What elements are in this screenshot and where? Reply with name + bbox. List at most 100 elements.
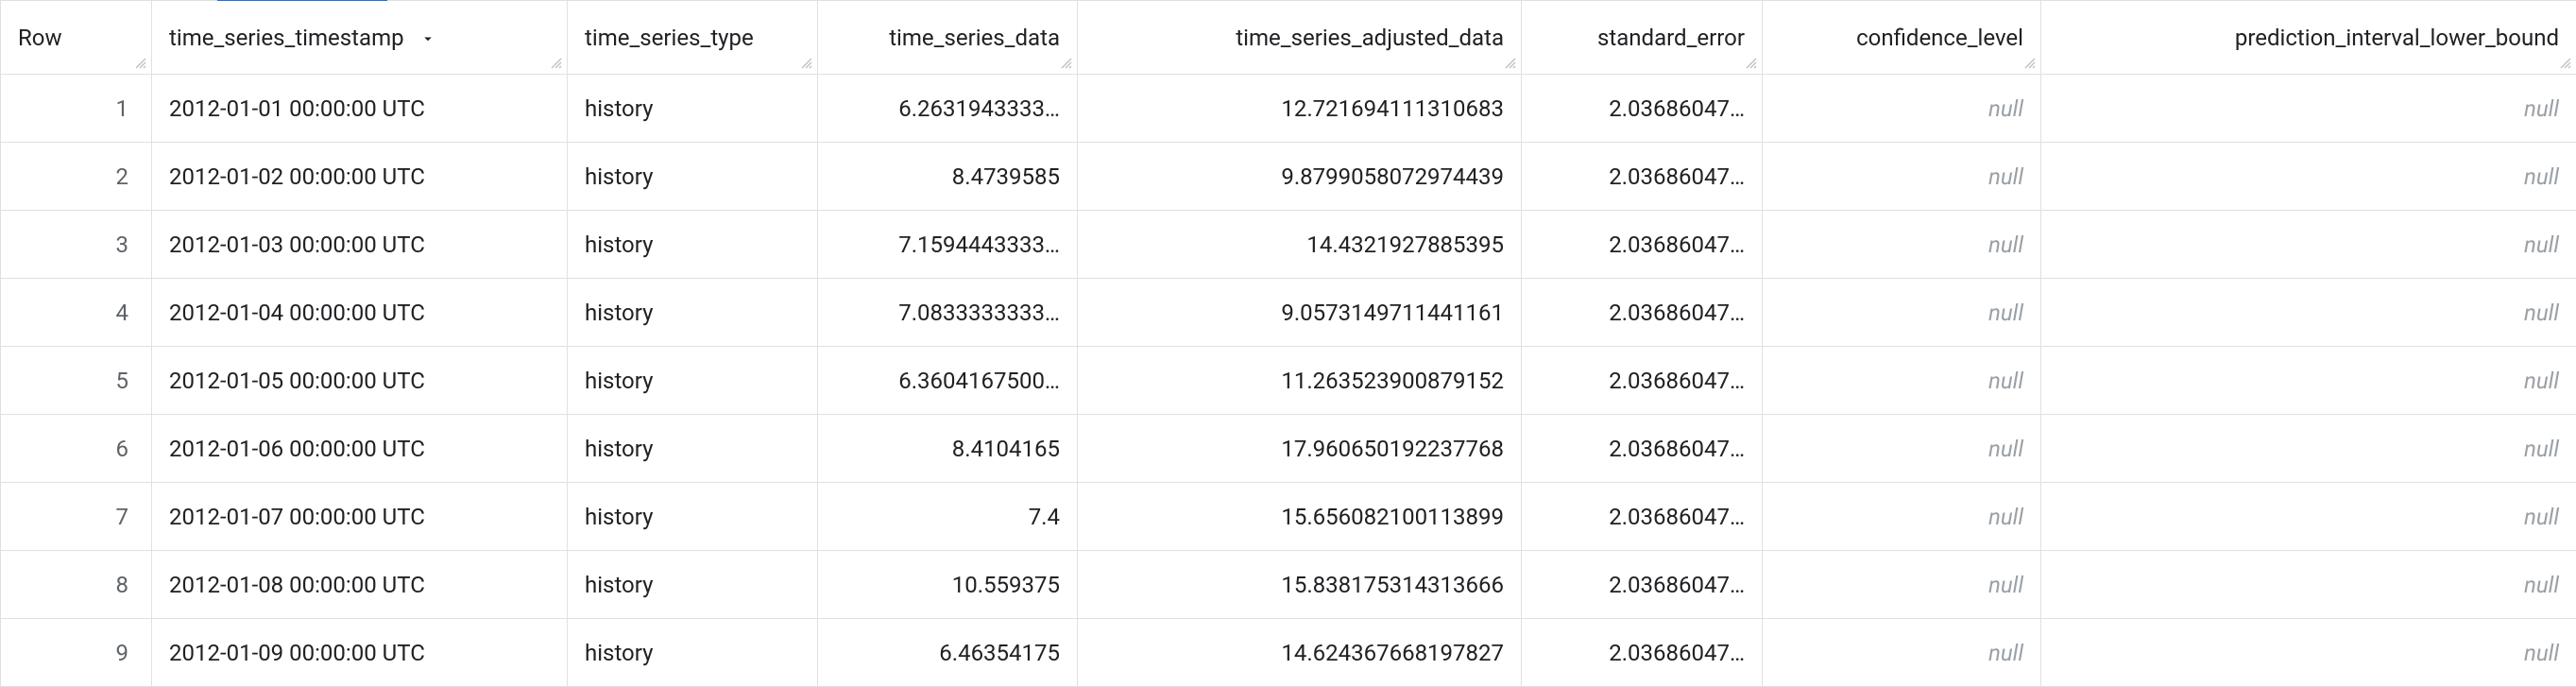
cell-confidence-level[interactable]: null: [1763, 551, 2041, 619]
table-row[interactable]: 62012-01-06 00:00:00 UTChistory8.4104165…: [1, 415, 2576, 483]
cell-adjusted-data[interactable]: 14.4321927885395: [1078, 211, 1522, 279]
cell-pilb[interactable]: null: [2041, 75, 2576, 143]
column-resize-handle[interactable]: [1745, 57, 1760, 72]
cell-pilb[interactable]: null: [2041, 347, 2576, 415]
column-header-confidence-level[interactable]: confidence_level: [1763, 1, 2041, 75]
cell-confidence-level[interactable]: null: [1763, 75, 2041, 143]
cell-confidence-level[interactable]: null: [1763, 279, 2041, 347]
cell-adjusted-data[interactable]: 9.8799058072974439: [1078, 143, 1522, 211]
cell-timestamp[interactable]: 2012-01-05 00:00:00 UTC: [152, 347, 568, 415]
cell-confidence-level[interactable]: null: [1763, 483, 2041, 551]
cell-pilb[interactable]: null: [2041, 143, 2576, 211]
cell-data[interactable]: 8.4104165: [818, 415, 1078, 483]
column-header-standard-error[interactable]: standard_error: [1522, 1, 1763, 75]
table-row[interactable]: 12012-01-01 00:00:00 UTChistory6.2631943…: [1, 75, 2576, 143]
cell-row-number[interactable]: 9: [1, 619, 152, 687]
cell-pilb[interactable]: null: [2041, 415, 2576, 483]
cell-type[interactable]: history: [568, 619, 818, 687]
cell-standard-error[interactable]: 2.03686047…: [1522, 551, 1763, 619]
cell-type[interactable]: history: [568, 551, 818, 619]
column-resize-handle[interactable]: [2559, 57, 2574, 72]
cell-adjusted-data[interactable]: 14.624367668197827: [1078, 619, 1522, 687]
cell-standard-error[interactable]: 2.03686047…: [1522, 143, 1763, 211]
cell-adjusted-data[interactable]: 12.721694111310683: [1078, 75, 1522, 143]
column-header-timestamp[interactable]: time_series_timestamp: [152, 1, 568, 75]
cell-data[interactable]: 7.1594443333…: [818, 211, 1078, 279]
cell-pilb[interactable]: null: [2041, 483, 2576, 551]
cell-data[interactable]: 7.0833333333…: [818, 279, 1078, 347]
column-resize-handle[interactable]: [1504, 57, 1519, 72]
cell-row-number[interactable]: 1: [1, 75, 152, 143]
cell-type[interactable]: history: [568, 279, 818, 347]
cell-type[interactable]: history: [568, 75, 818, 143]
column-resize-handle[interactable]: [550, 57, 565, 72]
cell-adjusted-data[interactable]: 15.656082100113899: [1078, 483, 1522, 551]
cell-data[interactable]: 6.3604167500…: [818, 347, 1078, 415]
cell-standard-error[interactable]: 2.03686047…: [1522, 279, 1763, 347]
cell-standard-error[interactable]: 2.03686047…: [1522, 347, 1763, 415]
table-row[interactable]: 82012-01-08 00:00:00 UTChistory10.559375…: [1, 551, 2576, 619]
column-header-row[interactable]: Row: [1, 1, 152, 75]
cell-data[interactable]: 7.4: [818, 483, 1078, 551]
table-row[interactable]: 52012-01-05 00:00:00 UTChistory6.3604167…: [1, 347, 2576, 415]
cell-row-number[interactable]: 6: [1, 415, 152, 483]
cell-row-number[interactable]: 4: [1, 279, 152, 347]
cell-type[interactable]: history: [568, 483, 818, 551]
table-row[interactable]: 42012-01-04 00:00:00 UTChistory7.0833333…: [1, 279, 2576, 347]
cell-type[interactable]: history: [568, 211, 818, 279]
cell-type[interactable]: history: [568, 347, 818, 415]
null-value: null: [2524, 504, 2559, 530]
sort-descending-icon[interactable]: [419, 30, 436, 47]
cell-standard-error[interactable]: 2.03686047…: [1522, 619, 1763, 687]
cell-timestamp[interactable]: 2012-01-04 00:00:00 UTC: [152, 279, 568, 347]
cell-pilb[interactable]: null: [2041, 619, 2576, 687]
cell-pilb[interactable]: null: [2041, 211, 2576, 279]
column-resize-handle[interactable]: [1060, 57, 1075, 72]
cell-confidence-level[interactable]: null: [1763, 211, 2041, 279]
cell-timestamp[interactable]: 2012-01-08 00:00:00 UTC: [152, 551, 568, 619]
column-resize-handle[interactable]: [134, 57, 149, 72]
cell-timestamp[interactable]: 2012-01-06 00:00:00 UTC: [152, 415, 568, 483]
cell-data[interactable]: 8.4739585: [818, 143, 1078, 211]
cell-row-number[interactable]: 3: [1, 211, 152, 279]
cell-standard-error[interactable]: 2.03686047…: [1522, 415, 1763, 483]
cell-timestamp[interactable]: 2012-01-07 00:00:00 UTC: [152, 483, 568, 551]
cell-confidence-level[interactable]: null: [1763, 415, 2041, 483]
table-row[interactable]: 72012-01-07 00:00:00 UTChistory7.415.656…: [1, 483, 2576, 551]
cell-type[interactable]: history: [568, 143, 818, 211]
cell-confidence-level[interactable]: null: [1763, 347, 2041, 415]
table-row[interactable]: 92012-01-09 00:00:00 UTChistory6.4635417…: [1, 619, 2576, 687]
column-resize-handle[interactable]: [800, 57, 815, 72]
cell-row-number[interactable]: 7: [1, 483, 152, 551]
cell-adjusted-data[interactable]: 15.838175314313666: [1078, 551, 1522, 619]
cell-confidence-level[interactable]: null: [1763, 143, 2041, 211]
cell-standard-error[interactable]: 2.03686047…: [1522, 75, 1763, 143]
cell-adjusted-data[interactable]: 17.960650192237768: [1078, 415, 1522, 483]
column-resize-handle[interactable]: [2023, 57, 2039, 72]
cell-standard-error[interactable]: 2.03686047…: [1522, 211, 1763, 279]
cell-row-number[interactable]: 8: [1, 551, 152, 619]
table-row[interactable]: 32012-01-03 00:00:00 UTChistory7.1594443…: [1, 211, 2576, 279]
cell-pilb[interactable]: null: [2041, 279, 2576, 347]
cell-data[interactable]: 6.2631943333…: [818, 75, 1078, 143]
column-header-data[interactable]: time_series_data: [818, 1, 1078, 75]
cell-confidence-level[interactable]: null: [1763, 619, 2041, 687]
cell-standard-error[interactable]: 2.03686047…: [1522, 483, 1763, 551]
cell-timestamp[interactable]: 2012-01-09 00:00:00 UTC: [152, 619, 568, 687]
cell-timestamp[interactable]: 2012-01-02 00:00:00 UTC: [152, 143, 568, 211]
cell-data[interactable]: 10.559375: [818, 551, 1078, 619]
cell-data[interactable]: 6.46354175: [818, 619, 1078, 687]
column-header-label: confidence_level: [1856, 25, 2023, 51]
cell-timestamp[interactable]: 2012-01-01 00:00:00 UTC: [152, 75, 568, 143]
column-header-adjusted-data[interactable]: time_series_adjusted_data: [1078, 1, 1522, 75]
cell-type[interactable]: history: [568, 415, 818, 483]
cell-adjusted-data[interactable]: 9.0573149711441161: [1078, 279, 1522, 347]
column-header-prediction-interval-lower-bound[interactable]: prediction_interval_lower_bound: [2041, 1, 2576, 75]
cell-adjusted-data[interactable]: 11.263523900879152: [1078, 347, 1522, 415]
table-row[interactable]: 22012-01-02 00:00:00 UTChistory8.4739585…: [1, 143, 2576, 211]
cell-row-number[interactable]: 5: [1, 347, 152, 415]
cell-row-number[interactable]: 2: [1, 143, 152, 211]
cell-timestamp[interactable]: 2012-01-03 00:00:00 UTC: [152, 211, 568, 279]
cell-pilb[interactable]: null: [2041, 551, 2576, 619]
column-header-type[interactable]: time_series_type: [568, 1, 818, 75]
